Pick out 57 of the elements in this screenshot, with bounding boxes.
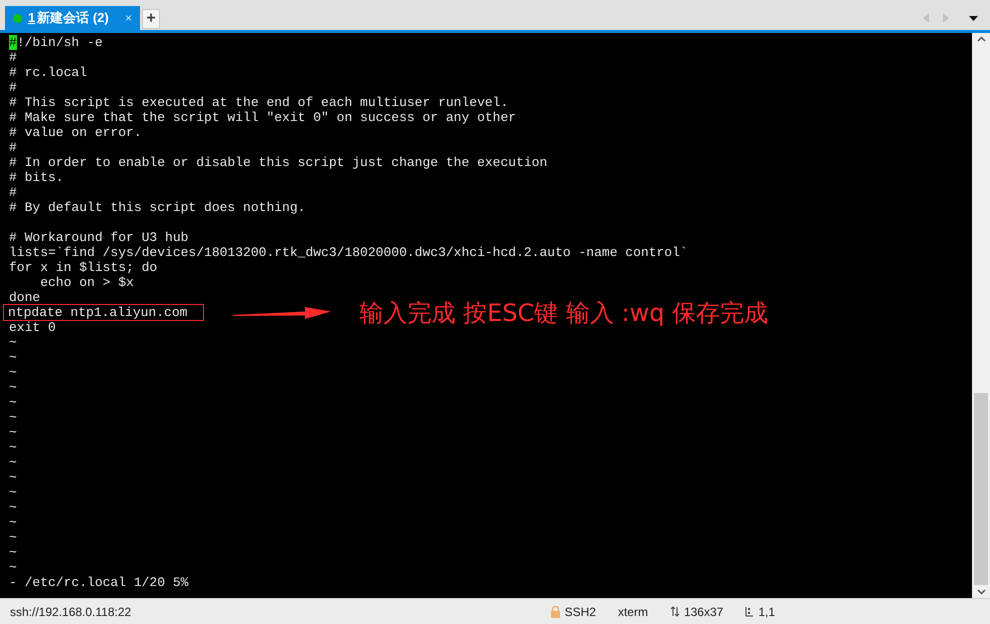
terminal-line: ~	[9, 365, 17, 380]
terminal-line: ~	[9, 470, 17, 485]
terminal-line: #	[9, 185, 17, 200]
terminal-line: ~	[9, 530, 17, 545]
terminal-line: #!/bin/sh -e	[9, 35, 103, 50]
tab-number: 1	[28, 9, 36, 28]
scroll-left-icon[interactable]	[923, 13, 930, 23]
terminal-line: ~	[9, 485, 17, 500]
terminal-line: ~	[9, 425, 17, 440]
terminal-line: done	[9, 290, 40, 305]
terminal-line: # rc.local	[9, 65, 88, 80]
terminal-line: ~	[9, 410, 17, 425]
terminal-line: # Workaround for U3 hub	[9, 230, 188, 245]
terminal-line: # value on error.	[9, 125, 142, 140]
status-text: 136x37	[684, 604, 724, 620]
terminal-line: ~	[9, 500, 17, 515]
terminal-line: lists=`find /sys/devices/18013200.rtk_dwc3/18020000.dwc3/xhci-hcd.2.auto -name control`	[9, 245, 688, 260]
new-tab-button[interactable]: +	[142, 9, 160, 29]
status-text: 1,1	[758, 604, 775, 620]
terminal-line: # By default this script does nothing.	[9, 200, 306, 215]
close-button[interactable]: ×	[124, 9, 132, 27]
terminal-line: ~	[9, 545, 17, 560]
terminal-line: ~	[9, 380, 17, 395]
scrollbar-thumb[interactable]	[974, 393, 988, 585]
resize-icon	[670, 606, 680, 617]
terminal-line: for x in $lists; do	[9, 260, 158, 275]
terminal-line: ~	[9, 455, 17, 470]
terminal-line: exit 0	[9, 320, 56, 335]
session-tab[interactable]: 1新建会话 (2) ×	[5, 6, 140, 30]
status-text: xterm	[618, 604, 648, 620]
status-text: SSH2	[564, 604, 596, 620]
lock-icon	[550, 606, 561, 618]
terminal-line: ~	[9, 350, 17, 365]
terminal-line: #	[9, 50, 17, 65]
terminal-line: ~	[9, 335, 17, 350]
terminal-line: # Make sure that the script will "exit 0" on success or any other	[9, 110, 516, 125]
tab-label: 新建会话 (2)	[37, 9, 109, 28]
scroll-right-icon[interactable]	[942, 13, 949, 23]
terminal-line: # This script is executed at the end of each multiuser runlevel.	[9, 95, 508, 110]
terminal-line: - /etc/rc.local 1/20 5%	[9, 575, 188, 590]
terminal-line: ~	[9, 560, 17, 575]
scrollbar[interactable]	[972, 33, 990, 598]
terminal-line: #	[9, 80, 17, 95]
terminal-line: #	[9, 140, 17, 155]
connection-address: ssh://192.168.0.118:22	[10, 604, 132, 620]
terminal-line: ~	[9, 515, 17, 530]
terminal-line: ntpdate ntp1.aliyun.com	[4, 305, 204, 320]
scroll-up-icon[interactable]	[976, 36, 986, 42]
terminal-line: echo on > $x	[40, 275, 134, 290]
terminal-line: # In order to enable or disable this script just change the execution	[9, 155, 548, 170]
annotation-text: 输入完成 按ESC键 输入 :wq 保存完成	[359, 298, 768, 328]
terminal-line: # bits.	[9, 170, 64, 185]
terminal-line: ~	[9, 440, 17, 455]
scroll-down-icon[interactable]	[976, 589, 986, 595]
dropdown-icon[interactable]	[969, 16, 978, 20]
cursor-position-icon	[745, 606, 754, 617]
terminal-line: ~	[9, 395, 17, 410]
